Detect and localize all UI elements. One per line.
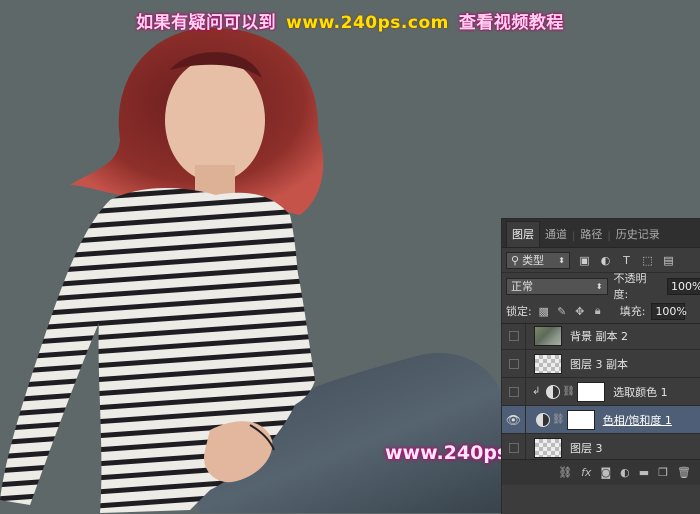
banner-url[interactable]: www.240ps.com — [286, 13, 449, 33]
filter-kind-select[interactable]: ⚲ 类型 ⬍ — [506, 251, 570, 269]
layer-name: 选取颜色 1 — [613, 385, 668, 399]
layers-panel: 图层 通道 | 路径 | 历史记录 ⚲ 类型 ⬍ ▣ ◐ T ⬚ ▤ 正常 ⬍ … — [501, 218, 700, 514]
tab-channels[interactable]: 通道 — [540, 222, 572, 247]
layer-row[interactable]: 图层 3 副本 — [502, 350, 700, 378]
sleeve-left-shape — [0, 200, 110, 505]
new-group-icon[interactable]: ▬ — [639, 466, 649, 479]
opacity-input[interactable]: 100% — [667, 277, 700, 295]
opacity-label: 不透明度: — [613, 272, 647, 301]
blend-row: 正常 ⬍ 不透明度: 100% — [502, 272, 700, 301]
smart-object-filter-icon[interactable]: ▤ — [662, 254, 675, 267]
fill-label: 填充: — [619, 305, 646, 318]
lock-row: 锁定: ▩ ✎ ✥ 🔒︎ 填充: 100% — [502, 299, 700, 324]
banner-left-text: 如果有疑问可以到 — [136, 13, 277, 33]
chain-link-icon[interactable]: ⛓ — [562, 386, 575, 397]
layer-mask-thumbnail[interactable] — [577, 381, 606, 402]
layer-mask-thumbnail[interactable] — [566, 409, 595, 430]
lock-pixels-icon[interactable]: ✎ — [556, 305, 568, 318]
lock-transparency-icon[interactable]: ▩ — [538, 305, 550, 318]
lock-all-icon[interactable]: 🔒︎ — [592, 304, 604, 317]
tab-history[interactable]: 历史记录 — [611, 222, 665, 247]
tab-paths[interactable]: 路径 — [575, 222, 607, 247]
adjustment-filter-icon[interactable]: ◐ — [599, 254, 612, 267]
visibility-off-icon — [508, 330, 519, 341]
layer-name: 图层 3 — [570, 441, 603, 455]
face-shape — [165, 58, 265, 182]
layer-row-selected[interactable]: 👁︎ ⛓ 色相/饱和度 1 — [502, 406, 700, 434]
filter-kind-label: 类型 — [522, 254, 545, 267]
top-banner: 如果有疑问可以到 www.240ps.com 查看视频教程 — [0, 8, 700, 33]
layer-thumbnail — [534, 325, 562, 346]
visibility-toggle[interactable] — [502, 434, 526, 461]
layer-name: 背景 副本 2 — [570, 329, 628, 343]
visibility-off-icon — [508, 442, 519, 453]
layer-row[interactable]: ↲ ⛓ 选取颜色 1 — [502, 378, 700, 406]
link-layers-icon[interactable]: ⛓ — [558, 466, 572, 479]
panel-tabs: 图层 通道 | 路径 | 历史记录 — [502, 219, 700, 248]
visibility-toggle[interactable] — [502, 322, 526, 349]
tab-layers[interactable]: 图层 — [506, 221, 540, 247]
new-adjustment-icon[interactable]: ◐ — [620, 466, 630, 479]
new-layer-icon[interactable]: ❐ — [658, 466, 668, 479]
add-mask-icon[interactable]: ◙ — [600, 466, 611, 479]
chain-link-icon[interactable]: ⛓ — [552, 414, 565, 425]
eye-icon: 👁︎ — [505, 412, 522, 427]
fx-icon[interactable]: fx — [581, 466, 591, 479]
chevron-updown-icon: ⬍ — [595, 281, 603, 291]
lock-label: 锁定: — [506, 305, 532, 318]
visibility-off-icon — [508, 358, 519, 369]
fill-input[interactable]: 100% — [651, 302, 687, 320]
layer-row[interactable]: 背景 副本 2 — [502, 322, 700, 350]
delete-layer-icon[interactable]: 🗑︎ — [677, 466, 691, 479]
visibility-toggle[interactable] — [502, 350, 526, 377]
chevron-updown-icon: ⬍ — [558, 255, 565, 265]
layer-thumbnail — [534, 353, 562, 374]
layers-list: 背景 副本 2 图层 3 副本 ↲ ⛓ 选取颜色 1 👁︎ ⛓ 色相/饱和度 1… — [502, 322, 700, 462]
shape-filter-icon[interactable]: ⬚ — [641, 254, 654, 267]
blend-mode-value: 正常 — [511, 280, 533, 293]
clip-arrow-icon: ↲ — [532, 386, 541, 397]
type-filter-icon[interactable]: T — [620, 254, 633, 267]
layer-row[interactable]: 图层 3 — [502, 434, 700, 462]
lock-position-icon[interactable]: ✥ — [574, 305, 586, 318]
banner-right-text: 查看视频教程 — [458, 13, 564, 33]
layer-name: 色相/饱和度 1 — [602, 413, 672, 427]
blend-mode-select[interactable]: 正常 ⬍ — [506, 277, 608, 295]
visibility-off-icon — [508, 386, 519, 397]
search-icon: ⚲ — [511, 253, 520, 267]
panel-footer: ⛓ fx ◙ ◐ ▬ ❐ 🗑︎ — [502, 459, 700, 485]
visibility-toggle[interactable]: 👁︎ — [502, 406, 526, 433]
adjustment-layer-icon — [546, 384, 561, 399]
visibility-toggle[interactable] — [502, 378, 526, 405]
filter-row: ⚲ 类型 ⬍ ▣ ◐ T ⬚ ▤ — [502, 248, 700, 273]
layer-name: 图层 3 副本 — [570, 357, 628, 371]
adjustment-layer-icon — [536, 412, 550, 427]
layer-thumbnail — [534, 437, 562, 458]
image-filter-icon[interactable]: ▣ — [578, 254, 591, 267]
